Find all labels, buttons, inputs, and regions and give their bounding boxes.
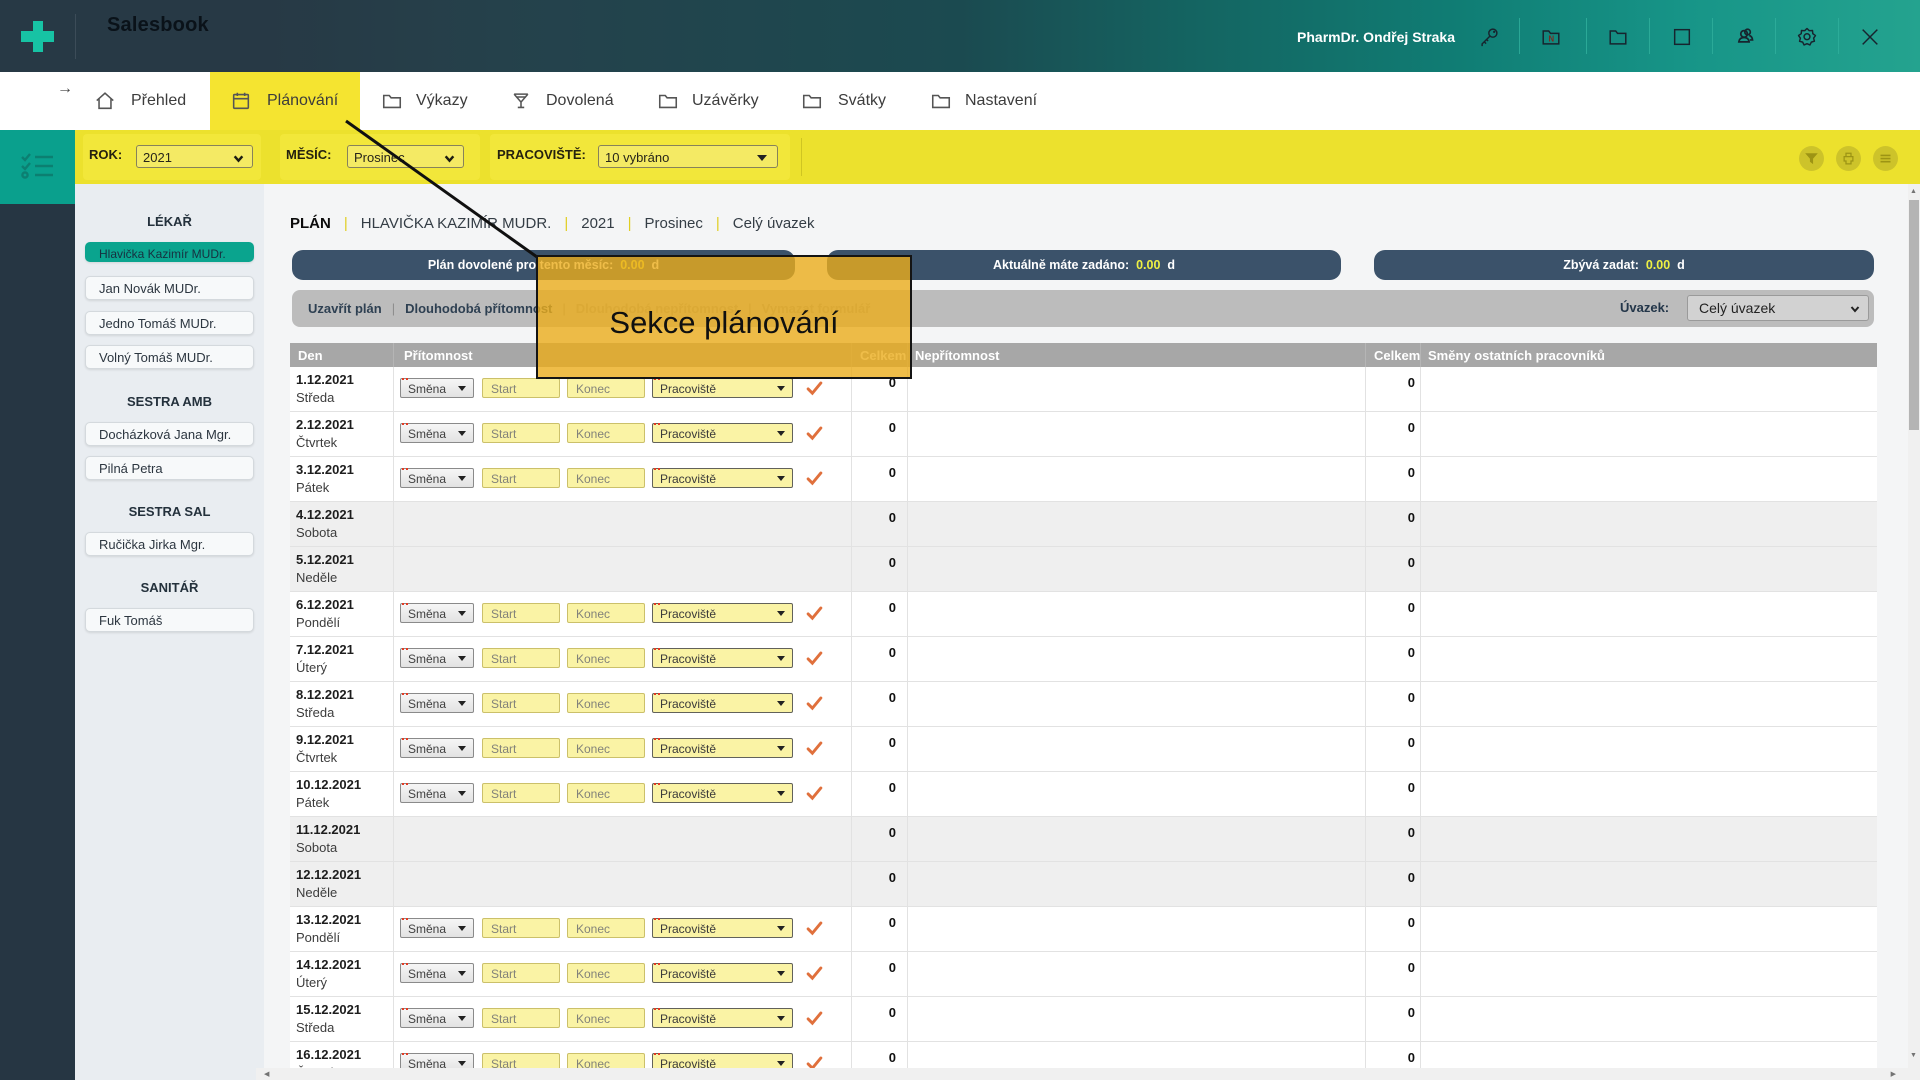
- svg-text:N: N: [1549, 34, 1555, 43]
